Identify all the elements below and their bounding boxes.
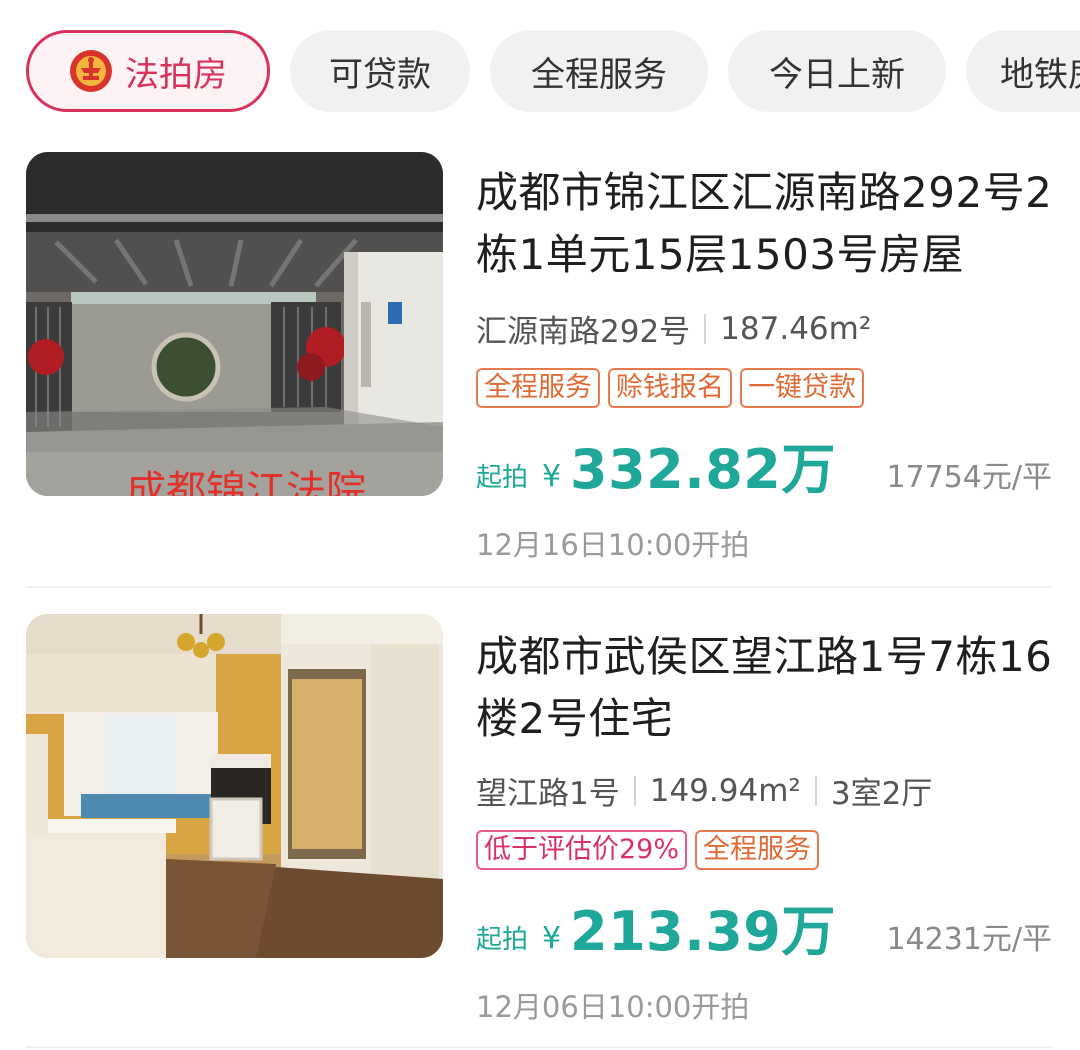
tag-full-service: 全程服务 [695, 830, 820, 870]
filter-chip-label: 今日上新 [769, 54, 905, 95]
listing-title[interactable]: 成都市武侯区望江路1号7栋16楼2号住宅 [476, 626, 1056, 750]
filter-chip-label: 法拍房 [125, 54, 227, 95]
starting-price: 332.82万 [570, 438, 836, 501]
listing-meta: 汇源南路292号 187.46m² [476, 306, 871, 351]
listing-divider [26, 586, 1052, 588]
meta-separator [814, 775, 817, 806]
filter-chip-loanable[interactable]: 可贷款 [290, 30, 470, 112]
filter-chip-label: 可贷款 [329, 54, 431, 95]
price-label: 起拍 [476, 463, 529, 493]
filter-chip-metro[interactable]: 地铁房 [966, 30, 1080, 112]
listing-thumbnail[interactable] [26, 614, 443, 958]
image-overlay-text: 成都锦江法院 [126, 468, 366, 496]
property-photo [26, 614, 443, 958]
listing-area: 149.94m² [649, 772, 801, 809]
filter-chip-label: 地铁房 [1000, 54, 1080, 95]
filter-chip-new-today[interactable]: 今日上新 [728, 30, 946, 112]
currency-symbol: ¥ [542, 459, 562, 494]
unit-price: 17754元/平 [886, 460, 1052, 495]
listing-street: 望江路1号 [476, 776, 620, 812]
listing-tags: 全程服务 赊钱报名 一键贷款 [476, 368, 864, 408]
court-emblem-icon [70, 50, 112, 92]
tag-full-service: 全程服务 [476, 368, 600, 408]
price-row: 起拍 ¥ 213.39万 14231元/平 [476, 898, 1052, 963]
meta-separator [704, 313, 707, 344]
listing-divider [26, 1046, 1052, 1048]
filter-chip-label: 全程服务 [531, 54, 667, 95]
listing-meta: 望江路1号 149.94m² 3室2厅 [476, 768, 932, 813]
tag-credit-signup: 赊钱报名 [608, 368, 732, 408]
filter-chip-full-service[interactable]: 全程服务 [490, 30, 708, 112]
tag-below-valuation: 低于评估价29% [476, 830, 688, 870]
auction-time: 12月06日10:00开拍 [476, 990, 750, 1024]
listing-layout: 3室2厅 [830, 776, 933, 812]
filter-chip-court-auction[interactable]: 法拍房 [26, 30, 270, 112]
price-label: 起拍 [476, 925, 529, 955]
price-row: 起拍 ¥ 332.82万 17754元/平 [476, 436, 1052, 501]
listing-title[interactable]: 成都市锦江区汇源南路292号2栋1单元15层1503号房屋 [476, 162, 1056, 286]
auction-time: 12月16日10:00开拍 [476, 528, 750, 562]
starting-price: 213.39万 [570, 900, 836, 963]
filter-chip-bar: 法拍房 可贷款 全程服务 今日上新 地铁房 [0, 0, 1080, 140]
listing-thumbnail[interactable]: 成都锦江法院 [26, 152, 443, 496]
unit-price: 14231元/平 [886, 922, 1052, 957]
listing-street: 汇源南路292号 [476, 314, 691, 350]
listing-tags: 低于评估价29% 全程服务 [476, 830, 820, 870]
property-photo: 成都锦江法院 [26, 152, 443, 496]
tag-one-click-loan: 一键贷款 [740, 368, 864, 408]
meta-separator [633, 775, 636, 806]
listing-area: 187.46m² [720, 310, 872, 347]
currency-symbol: ¥ [542, 921, 562, 956]
